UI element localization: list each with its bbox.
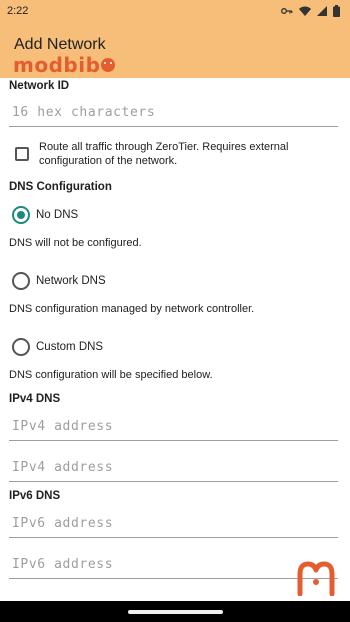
ipv4-dns-field-1	[9, 413, 338, 441]
radio-label: No DNS	[36, 209, 79, 221]
ipv6-address-input[interactable]	[9, 510, 338, 537]
network-dns-help-text: DNS configuration managed by network con…	[9, 303, 255, 315]
ipv6-address-input[interactable]	[9, 551, 338, 578]
ipv4-dns-field-2	[9, 454, 338, 482]
watermark-logo-icon	[297, 561, 335, 596]
signal-icon	[317, 6, 327, 16]
system-navigation-bar	[0, 601, 350, 622]
dns-configuration-label: DNS Configuration	[9, 181, 112, 193]
ipv6-dns-label: IPv6 DNS	[9, 490, 61, 502]
ipv4-dns-label: IPv4 DNS	[9, 393, 61, 405]
status-icons	[281, 5, 340, 17]
page-title: Add Network	[14, 36, 106, 53]
ipv4-address-input[interactable]	[9, 454, 338, 481]
status-bar: 2:22	[0, 0, 350, 22]
brand-logo: modbib	[13, 53, 116, 77]
ipv6-dns-field-1	[9, 510, 338, 538]
app-bar: Add Network modbib	[0, 22, 350, 78]
ipv4-address-input[interactable]	[9, 413, 338, 440]
key-icon	[281, 8, 293, 14]
radio-network-dns[interactable]: Network DNS	[12, 271, 106, 291]
custom-dns-help-text: DNS configuration will be specified belo…	[9, 369, 213, 381]
route-all-traffic-checkbox[interactable]	[15, 147, 29, 161]
radio-button[interactable]	[12, 206, 30, 224]
radio-button[interactable]	[12, 338, 30, 356]
route-all-traffic-label: Route all traffic through ZeroTier. Requ…	[39, 141, 289, 167]
radio-button[interactable]	[12, 272, 30, 290]
brand-badge-icon	[101, 58, 116, 72]
ipv6-dns-field-2	[9, 551, 338, 579]
network-id-label: Network ID	[9, 80, 70, 92]
wifi-icon	[299, 6, 311, 16]
radio-custom-dns[interactable]: Custom DNS	[12, 337, 103, 357]
no-dns-help-text: DNS will not be configured.	[9, 237, 142, 249]
home-gesture-handle[interactable]	[128, 610, 223, 614]
status-time: 2:22	[7, 5, 29, 17]
radio-no-dns[interactable]: No DNS	[12, 205, 78, 225]
battery-icon	[333, 5, 340, 17]
radio-label: Custom DNS	[36, 341, 104, 353]
network-id-field	[9, 99, 338, 127]
brand-logo-text: modbib	[13, 53, 101, 77]
radio-label: Network DNS	[36, 275, 106, 287]
route-all-traffic-row[interactable]: Route all traffic through ZeroTier. Requ…	[9, 140, 339, 168]
network-id-input[interactable]	[9, 99, 338, 126]
